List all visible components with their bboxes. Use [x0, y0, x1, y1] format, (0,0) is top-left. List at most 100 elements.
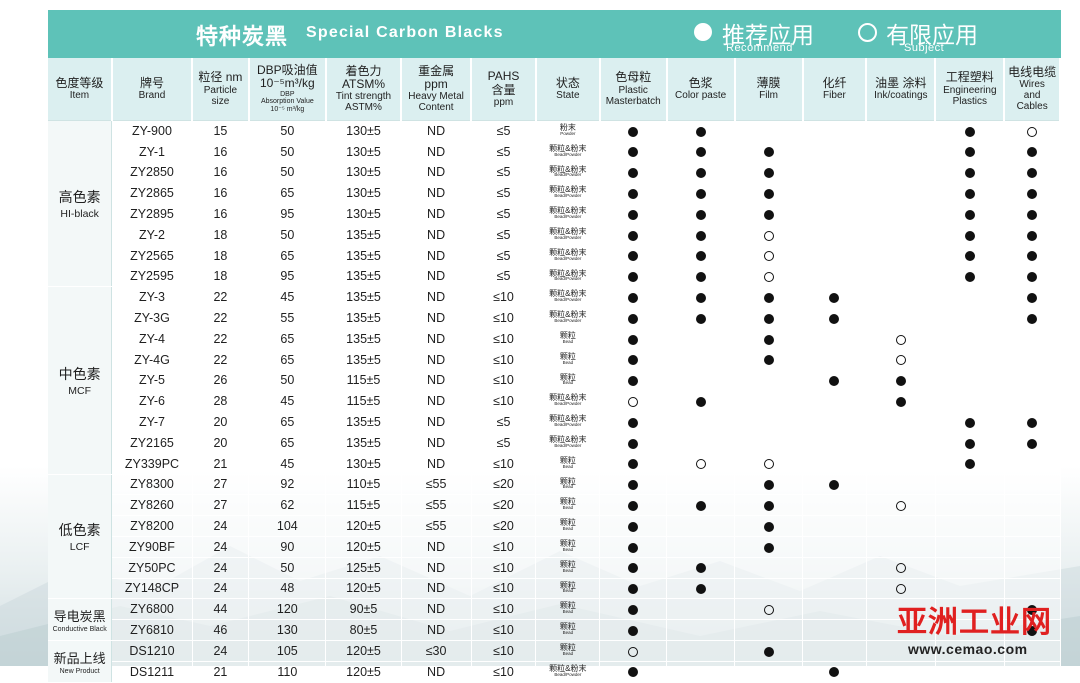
state-cell: 颗粒 Bead — [535, 473, 601, 496]
column-header-cn: 油墨 涂料 — [875, 75, 927, 90]
application-cell — [802, 411, 867, 433]
application-cell — [734, 661, 804, 683]
metal-cell: ≤30 — [401, 639, 472, 662]
application-cell — [1004, 286, 1061, 309]
application-cell — [802, 141, 867, 163]
column-header-en: Engineering — [943, 84, 997, 96]
category-en: LCF — [69, 540, 90, 553]
dbp-cell: 65 — [248, 432, 327, 454]
state-en: Bead — [562, 380, 574, 386]
application-cell — [666, 536, 736, 558]
state-en: Bead — [562, 505, 574, 511]
column-header: 化纤 Fiber — [802, 58, 868, 121]
state-en: Bead/Powder — [554, 151, 582, 157]
category-cell: 高色素 HI-black — [48, 119, 113, 288]
application-cell — [734, 557, 804, 579]
recommend-dot-icon — [695, 313, 706, 324]
application-cell — [1004, 411, 1061, 433]
state-en: Bead — [562, 359, 574, 365]
application-cell — [599, 245, 668, 267]
recommend-dot-icon — [895, 396, 906, 407]
recommend-dot-icon — [628, 459, 639, 470]
brand-cell: ZY-5 — [111, 370, 193, 392]
application-cell — [802, 286, 867, 309]
recommend-dot-icon — [763, 646, 774, 657]
application-cell — [734, 598, 804, 621]
application-cell — [935, 286, 1005, 309]
application-cell — [802, 328, 867, 350]
size-cell: 22 — [192, 349, 250, 371]
pahs-cell: ≤5 — [471, 224, 537, 246]
application-cell — [599, 432, 668, 454]
size-cell: 24 — [192, 578, 250, 600]
dbp-cell: 110 — [248, 661, 327, 683]
column-header-en: Brand — [138, 90, 166, 102]
application-cell — [599, 453, 668, 475]
application-cell — [866, 432, 936, 454]
tint-cell: 80±5 — [325, 619, 402, 641]
table-row: ZY-7 20 65 135±5 ND ≤5 颗粒&粉末 Bead/Powder — [48, 411, 1061, 433]
size-cell: 22 — [192, 286, 250, 309]
title-en: Special Carbon Blacks — [306, 24, 504, 41]
brand-cell: DS1210 — [111, 639, 193, 662]
column-header-en: Tint strength — [335, 91, 392, 103]
state-label: 颗粒 Bead — [560, 560, 576, 573]
state-cell: 颗粒&粉末 Bead/Powder — [535, 162, 601, 184]
state-cn: 颗粒&粉末 — [549, 663, 587, 673]
recommend-dot-icon — [1027, 188, 1038, 199]
size-cell: 18 — [192, 266, 250, 288]
recommend-dot-icon — [628, 438, 639, 449]
application-cell — [666, 639, 736, 662]
column-header-en: Heavy Metal — [408, 91, 464, 103]
application-cell — [599, 224, 668, 246]
category-cell: 低色素 LCF — [48, 473, 113, 600]
brand-cell: ZY148CP — [111, 578, 193, 600]
application-cell — [734, 411, 804, 433]
state-label: 颗粒&粉末 Bead/Powder — [549, 228, 586, 240]
recommend-dot-icon — [964, 438, 975, 449]
tint-cell: 130±5 — [325, 162, 402, 184]
recommend-dot-icon — [763, 334, 774, 345]
recommend-dot-icon — [1027, 313, 1038, 324]
pahs-cell: ≤10 — [471, 619, 537, 641]
metal-cell: ND — [401, 598, 472, 621]
brand-cell: ZY2865 — [111, 182, 193, 205]
column-header-en3: Cables — [1016, 101, 1048, 113]
recommend-dot-icon — [695, 209, 706, 220]
application-cell — [666, 245, 736, 267]
size-cell: 18 — [192, 224, 250, 246]
application-cell — [866, 349, 936, 371]
application-cell — [1004, 557, 1061, 579]
state-en: Bead/Powder — [554, 318, 582, 324]
recommend-dot-icon — [964, 459, 975, 470]
dbp-cell: 45 — [248, 286, 327, 309]
state-cell: 颗粒&粉末 Bead/Powder — [535, 182, 601, 205]
column-header-en2: Plastics — [952, 95, 988, 107]
application-cell — [802, 515, 867, 537]
recommend-dot-icon — [628, 168, 639, 179]
state-label: 颗粒&粉末 Bead/Powder — [549, 145, 586, 157]
application-cell — [866, 286, 936, 309]
column-header-en: Particle — [203, 84, 238, 96]
state-cell: 颗粒&粉末 Bead/Powder — [535, 390, 601, 413]
recommend-dot-icon — [1027, 292, 1038, 303]
column-header-cn: 电线电缆 — [1008, 64, 1057, 79]
recommend-dot-icon — [628, 355, 639, 366]
state-label: 颗粒 Bead — [560, 477, 576, 490]
application-cell — [599, 557, 668, 579]
application-cell — [802, 182, 867, 205]
application-cell — [866, 266, 936, 288]
brand-cell: ZY-7 — [111, 411, 193, 433]
application-cell — [802, 661, 867, 683]
table-row: ZY-2 18 50 135±5 ND ≤5 颗粒&粉末 Bead/Powder — [48, 224, 1061, 246]
application-cell — [599, 494, 668, 517]
column-header: 状态 State — [535, 58, 601, 121]
application-cell — [666, 141, 736, 163]
brand-cell: ZY-900 — [111, 120, 193, 142]
size-cell: 22 — [192, 328, 250, 350]
recommend-dot-icon — [1027, 147, 1038, 158]
column-header: 粒径 nm Particle size — [192, 58, 250, 121]
dbp-cell: 50 — [248, 120, 327, 142]
application-cell — [1004, 473, 1061, 496]
application-cell — [1004, 224, 1061, 246]
